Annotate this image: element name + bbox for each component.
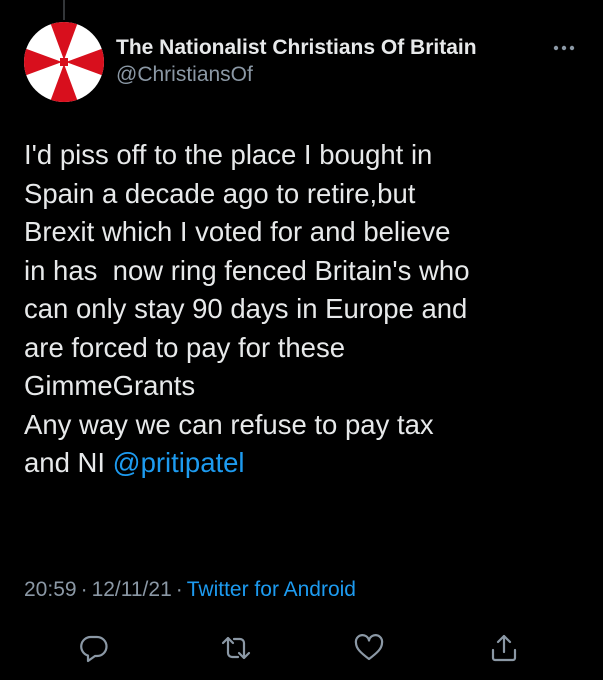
author-handle[interactable]: @ChristiansOf bbox=[116, 63, 253, 87]
retweet-button[interactable] bbox=[220, 632, 252, 664]
tweet-line: in has now ring fenced Britain's who bbox=[24, 254, 470, 286]
tweet-line: Spain a decade ago to retire,but bbox=[24, 177, 416, 209]
tweet-line-prefix: and NI bbox=[24, 447, 113, 478]
share-button[interactable] bbox=[488, 632, 520, 664]
author-display-name[interactable]: The Nationalist Christians Of Britain bbox=[116, 36, 477, 60]
tweet-time: 20:59 bbox=[24, 578, 77, 601]
reply-button[interactable] bbox=[78, 632, 110, 664]
thread-connector-line bbox=[63, 0, 65, 20]
reply-icon bbox=[80, 635, 108, 663]
like-icon bbox=[354, 634, 384, 661]
meta-separator: · bbox=[80, 578, 88, 601]
tweet-text: I'd piss off to the place I bought in Sp… bbox=[24, 136, 594, 483]
action-bar bbox=[0, 632, 603, 666]
meta-separator: · bbox=[175, 578, 183, 601]
mention-link[interactable]: @pritipatel bbox=[113, 447, 245, 478]
share-icon bbox=[491, 634, 517, 662]
avatar[interactable] bbox=[24, 22, 104, 102]
tweet-line: I'd piss off to the place I bought in bbox=[24, 139, 433, 170]
retweet-icon bbox=[221, 636, 251, 660]
more-options-icon[interactable] bbox=[552, 38, 576, 58]
tweet-line: Any way we can refuse to pay tax bbox=[24, 408, 434, 440]
tweet-meta: 20:59 · 12/11/21 · Twitter for Android bbox=[24, 578, 356, 602]
tweet-line-last: and NI @pritipatel bbox=[24, 444, 594, 483]
tweet-date: 12/11/21 bbox=[91, 578, 172, 601]
tweet-line: can only stay 90 days in Europe and bbox=[24, 293, 468, 324]
tweet-source-link[interactable]: Twitter for Android bbox=[187, 578, 356, 601]
like-button[interactable] bbox=[353, 632, 385, 664]
tweet-line: are forced to pay for these bbox=[24, 331, 346, 363]
tweet-line: Brexit which I voted for and believe bbox=[24, 216, 451, 247]
tweet-line: GimmeGrants bbox=[24, 370, 196, 401]
red-cross-flag-icon bbox=[24, 22, 104, 102]
